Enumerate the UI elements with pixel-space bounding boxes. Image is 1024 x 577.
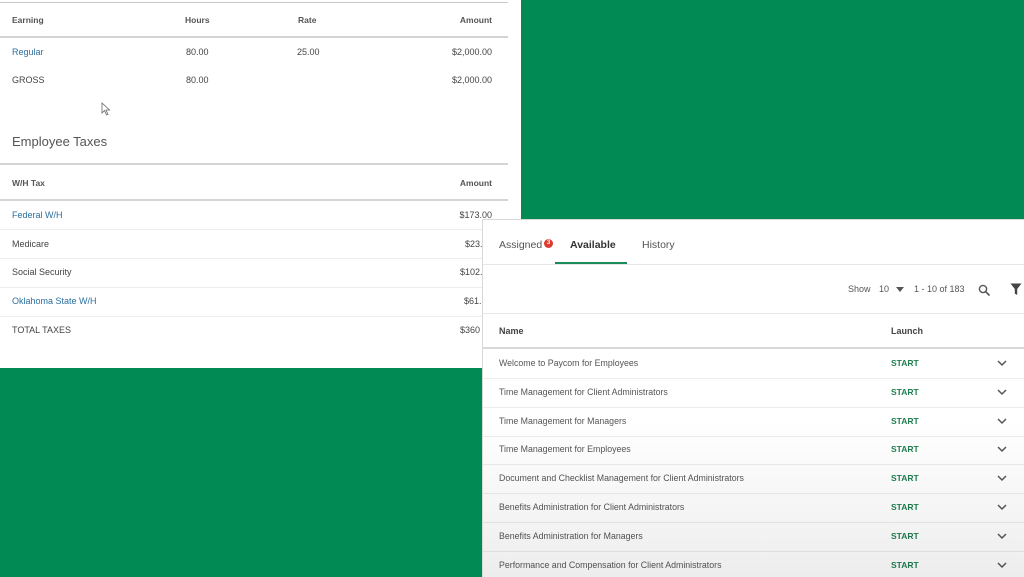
learning-panel: Assigned 3 Available History Show 10 1 -… xyxy=(482,219,1024,577)
rate-column-header: Rate xyxy=(298,15,317,25)
earning-hours: 80.00 xyxy=(186,47,209,57)
chevron-down-icon[interactable] xyxy=(997,560,1007,570)
amount-column-header: Amount xyxy=(459,178,492,188)
tax-label: Social Security xyxy=(12,267,72,277)
cursor-icon xyxy=(101,102,111,116)
start-button[interactable]: START xyxy=(891,464,919,493)
pagination-range: 1 - 10 of 183 xyxy=(914,284,965,294)
tab-assigned[interactable]: Assigned xyxy=(499,239,542,251)
chevron-down-icon[interactable] xyxy=(997,416,1007,426)
course-name: Welcome to Paycom for Employees xyxy=(499,358,639,368)
employee-taxes-title: Employee Taxes xyxy=(12,134,108,149)
chevron-down-icon[interactable] xyxy=(997,531,1007,541)
tax-row: Oklahoma State W/H $61. xyxy=(0,287,508,315)
show-label: Show xyxy=(848,284,871,294)
assigned-count-badge: 3 xyxy=(544,239,553,248)
search-icon[interactable] xyxy=(978,284,990,296)
course-row: Time Management for Client Administrator… xyxy=(483,378,1024,408)
earning-amount: $2,000.00 xyxy=(451,47,492,57)
tax-link-oklahoma[interactable]: Oklahoma State W/H xyxy=(12,287,97,315)
hours-column-header: Hours xyxy=(185,15,210,25)
tax-row: TOTAL TAXES $360 xyxy=(0,316,508,344)
earning-rate: 25.00 xyxy=(297,47,320,57)
tax-amount: $61. xyxy=(464,296,482,306)
earnings-row: GROSS 80.00 $2,000.00 xyxy=(0,66,508,94)
chevron-down-icon[interactable] xyxy=(997,358,1007,368)
total-taxes-amount: $360 xyxy=(460,325,481,335)
chevron-down-icon[interactable] xyxy=(997,387,1007,397)
course-row: Benefits Administration for Managers STA… xyxy=(483,522,1024,552)
wh-tax-column-header: W/H Tax xyxy=(12,178,45,188)
earning-amount: $2,000.00 xyxy=(451,75,492,85)
course-name: Time Management for Employees xyxy=(499,444,631,454)
chevron-down-icon[interactable] xyxy=(997,444,1007,454)
course-name: Time Management for Managers xyxy=(499,416,627,426)
course-name: Performance and Compensation for Client … xyxy=(499,560,722,570)
amount-column-header: Amount xyxy=(459,15,492,25)
pay-statement-card: Earning Hours Rate Amount Regular 80.00 … xyxy=(0,0,521,368)
per-page-select[interactable]: 10 xyxy=(879,284,889,294)
earning-hours: 80.00 xyxy=(186,75,209,85)
tab-history[interactable]: History xyxy=(642,239,675,251)
course-row: Benefits Administration for Client Admin… xyxy=(483,493,1024,523)
tab-available[interactable]: Available xyxy=(570,239,616,251)
earning-gross-label: GROSS xyxy=(12,75,45,85)
start-button[interactable]: START xyxy=(891,378,919,407)
divider xyxy=(483,313,1024,314)
name-column-header: Name xyxy=(499,326,524,336)
divider xyxy=(0,2,508,3)
launch-column-header: Launch xyxy=(891,326,924,336)
course-name: Document and Checklist Management for Cl… xyxy=(499,473,744,483)
divider xyxy=(483,264,1024,265)
total-taxes-label: TOTAL TAXES xyxy=(12,325,72,335)
start-button[interactable]: START xyxy=(891,407,919,436)
course-row: Document and Checklist Management for Cl… xyxy=(483,464,1024,494)
tax-label: Medicare xyxy=(12,239,50,249)
course-row: Welcome to Paycom for Employees START xyxy=(483,349,1024,379)
course-row: Performance and Compensation for Client … xyxy=(483,551,1024,577)
course-row: Time Management for Employees START xyxy=(483,435,1024,465)
tax-row: Federal W/H $173.00 xyxy=(0,201,508,229)
course-row: Time Management for Managers START xyxy=(483,407,1024,437)
tax-amount: $102. xyxy=(460,267,483,277)
tax-row: Social Security $102. xyxy=(0,258,508,286)
caret-down-icon[interactable] xyxy=(896,287,904,292)
divider xyxy=(0,163,508,165)
chevron-down-icon[interactable] xyxy=(997,502,1007,512)
chevron-down-icon[interactable] xyxy=(997,473,1007,483)
earnings-row: Regular 80.00 25.00 $2,000.00 xyxy=(0,38,508,66)
earnings-header-row: Earning Hours Rate Amount xyxy=(0,6,508,34)
earning-column-header: Earning xyxy=(12,15,44,25)
filter-icon[interactable] xyxy=(1010,283,1022,296)
course-name: Benefits Administration for Client Admin… xyxy=(499,502,685,512)
start-button[interactable]: START xyxy=(891,551,919,577)
tax-row: Medicare $23. xyxy=(0,230,508,258)
start-button[interactable]: START xyxy=(891,522,919,551)
earning-link-regular[interactable]: Regular xyxy=(12,38,44,66)
start-button[interactable]: START xyxy=(891,493,919,522)
start-button[interactable]: START xyxy=(891,349,919,378)
taxes-header-row: W/H Tax Amount xyxy=(0,169,508,197)
course-name: Time Management for Client Administrator… xyxy=(499,387,668,397)
tax-amount: $23. xyxy=(465,239,483,249)
course-name: Benefits Administration for Managers xyxy=(499,531,643,541)
tax-link-federal[interactable]: Federal W/H xyxy=(12,201,63,229)
start-button[interactable]: START xyxy=(891,435,919,464)
